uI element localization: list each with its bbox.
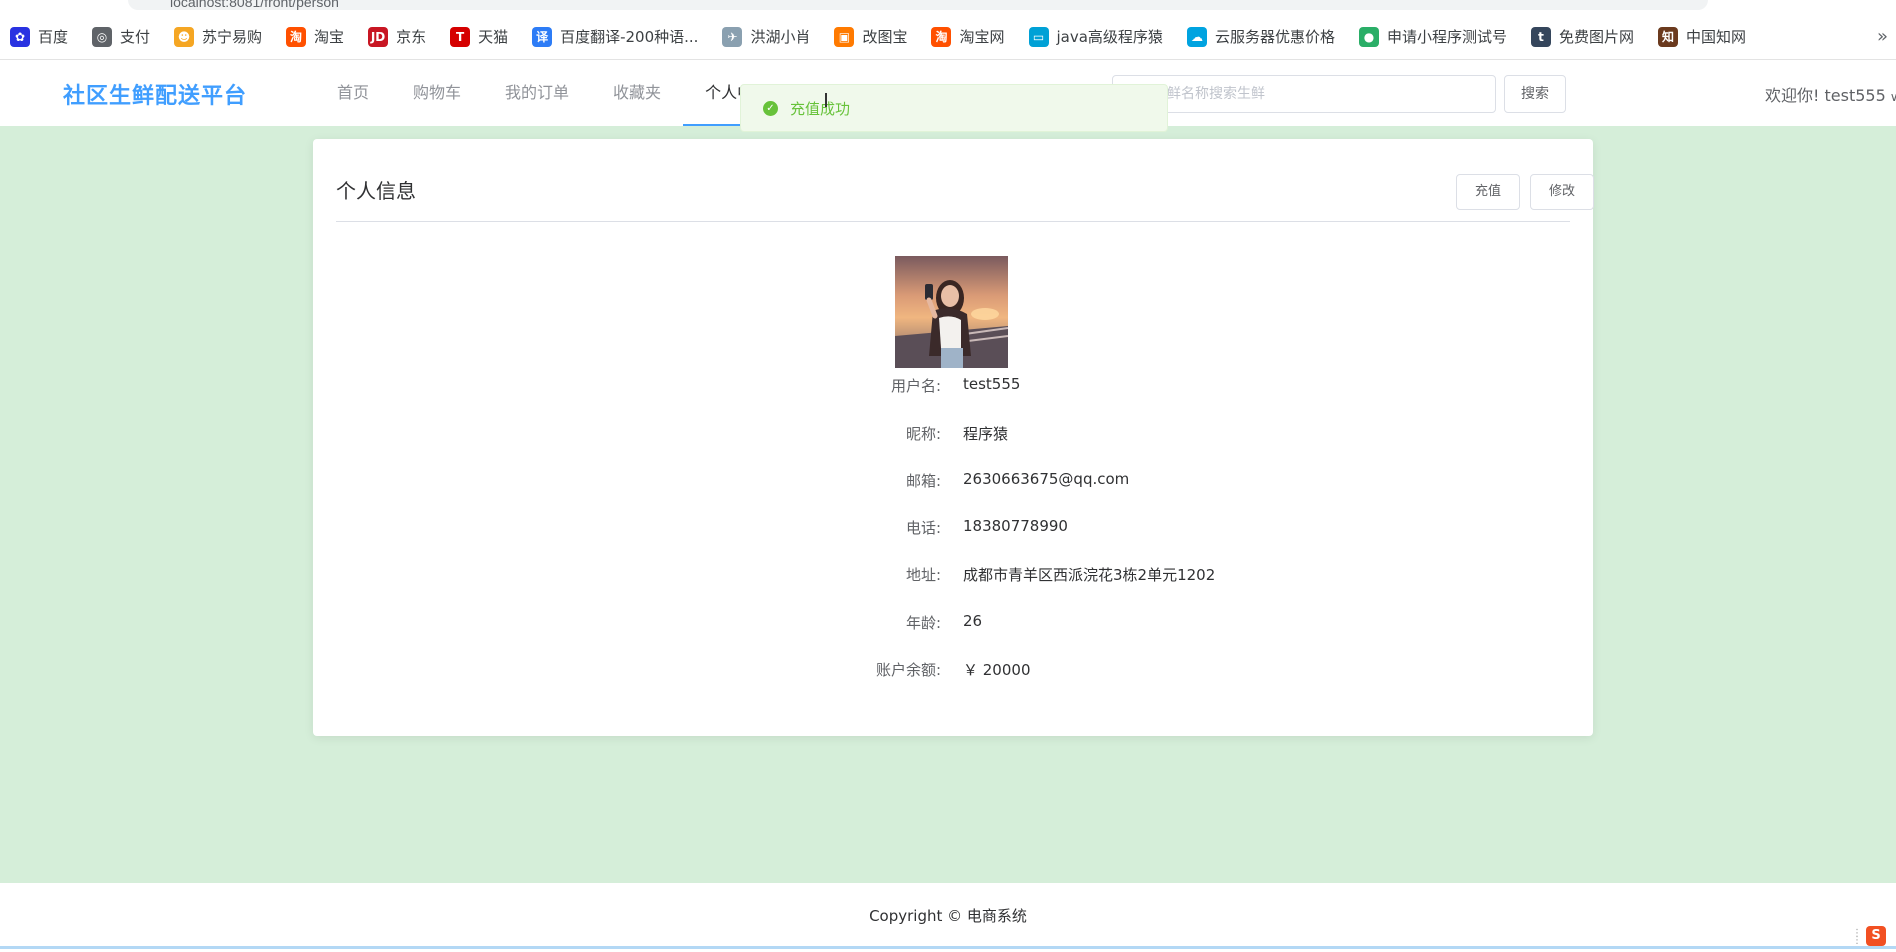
suning-icon: ☻ xyxy=(174,26,195,47)
nav-item-1[interactable]: 购物车 xyxy=(391,60,483,126)
profile-value: 2630663675@qq.com xyxy=(963,470,1130,488)
profile-value: ￥ 20000 xyxy=(963,661,1031,679)
profile-label: 电话: xyxy=(905,519,941,537)
profile-label: 用户名: xyxy=(890,377,941,395)
bookmark-pay[interactable]: ◎ 支付 xyxy=(92,26,150,47)
wechat-icon: ● xyxy=(1358,26,1379,47)
bookmark-label: 淘宝网 xyxy=(959,28,1005,46)
search-button[interactable]: 搜索 xyxy=(1504,75,1566,113)
bookmark-label: 改图宝 xyxy=(862,28,908,46)
search-input[interactable]: 输入生鲜名称搜索生鲜 xyxy=(1112,75,1496,113)
address-bar-url[interactable]: localhost:8081/front/person xyxy=(170,0,339,10)
profile-label: 地址: xyxy=(905,566,941,584)
profile-card: 个人信息 充值 修改 用户名: test555 昵称: 程序猿 邮箱: 2630… xyxy=(313,139,1594,736)
tumblr-icon: t xyxy=(1530,26,1551,47)
cloud-icon: ☁ xyxy=(1186,26,1207,47)
bookmark-bilibili[interactable]: ▭ java高级程序猿 xyxy=(1028,26,1163,47)
profile-label: 账户余额: xyxy=(875,661,941,679)
profile-row: 用户名: test555 xyxy=(313,375,1593,399)
bookmark-cnki[interactable]: 知中国知网 xyxy=(1657,26,1746,47)
pay-icon: ◎ xyxy=(92,26,113,47)
bookmark-suning[interactable]: ☻ 苏宁易购 xyxy=(174,26,262,47)
nav-item-0[interactable]: 首页 xyxy=(315,60,391,126)
site-logo[interactable]: 社区生鲜配送平台 xyxy=(63,78,247,110)
main-nav: 首页 购物车 我的订单 收藏夹 个人中心 xyxy=(315,60,792,126)
profile-row: 昵称: 程序猿 xyxy=(313,423,1593,447)
bookmark-taobao[interactable]: 淘淘宝 xyxy=(286,26,344,47)
bookmark-wechat[interactable]: ● 申请小程序测试号 xyxy=(1358,26,1507,47)
bookmark-label: 免费图片网 xyxy=(1558,28,1634,46)
bookmarks-bar: ✿ 百度 ◎ 支付 ☻ 苏宁易购淘淘宝 JD 京东 T 天猫译百度翻译-200种语... ✈ 洪湖小肖… xyxy=(0,14,1896,60)
profile-value: 18380778990 xyxy=(963,517,1068,535)
profile-row: 电话: 18380778990 xyxy=(313,517,1593,541)
toast-message: 充值成功 xyxy=(790,99,851,118)
card-header: 个人信息 充值 修改 xyxy=(336,139,1594,222)
jd-icon: JD xyxy=(368,26,389,47)
bookmark-tmall[interactable]: T 天猫 xyxy=(450,26,508,47)
bookmark-label: 苏宁易购 xyxy=(202,28,263,46)
recharge-button[interactable]: 充值 xyxy=(1456,174,1520,210)
profile-value: 程序猿 xyxy=(963,425,1009,443)
profile-value: 成都市青羊区西派浣花3栋2单元1202 xyxy=(963,566,1216,584)
profile-label: 年龄: xyxy=(905,614,941,632)
profile-label: 昵称: xyxy=(905,425,941,443)
profile-row: 邮箱: 2630663675@qq.com xyxy=(313,470,1593,494)
nav-item-3[interactable]: 收藏夹 xyxy=(591,60,683,126)
bird-icon: ✈ xyxy=(722,26,743,47)
baidu-icon: ✿ xyxy=(10,26,30,47)
sogou-ime-icon[interactable]: S xyxy=(1866,926,1886,946)
bookmark-tumblr[interactable]: t 免费图片网 xyxy=(1530,26,1634,47)
drag-handle-icon[interactable]: ⋮ ⋮ xyxy=(1852,929,1862,946)
chevron-down-icon: ∨ xyxy=(1889,90,1896,104)
user-menu[interactable]: 欢迎你! test555 ∨ xyxy=(1765,82,1896,106)
bookmark-baidu[interactable]: ✿ 百度 xyxy=(10,26,68,47)
profile-row: 账户余额: ￥ 20000 xyxy=(313,659,1593,683)
profile-row: 年龄: 26 xyxy=(313,612,1593,636)
bookmark-cloud[interactable]: ☁ 云服务器优惠价格 xyxy=(1186,26,1335,47)
bookmark-label: 洪湖小肖 xyxy=(750,28,811,46)
bookmark-jd[interactable]: JD 京东 xyxy=(368,26,426,47)
bookmark-label: java高级程序猿 xyxy=(1056,28,1163,46)
bookmark-label: 支付 xyxy=(120,28,151,46)
bookmark-label: 天猫 xyxy=(478,28,509,46)
bookmark-baidu-translate[interactable]: 译百度翻译-200种语... xyxy=(532,26,698,47)
bookmark-label: 百度翻译-200种语... xyxy=(560,28,699,46)
bookmark-gaitubao[interactable]: ▣ 改图宝 xyxy=(834,26,907,47)
edit-button[interactable]: 修改 xyxy=(1530,174,1594,210)
bookmark-label: 淘宝 xyxy=(314,28,345,46)
bookmark-taobao-net[interactable]: 淘淘宝网 xyxy=(931,26,1005,47)
bookmark-bird[interactable]: ✈ 洪湖小肖 xyxy=(722,26,810,47)
avatar xyxy=(895,256,1008,368)
bookmarks-overflow-icon[interactable]: » xyxy=(1877,26,1888,47)
check-circle-icon: ✓ xyxy=(763,100,778,116)
cnki-icon: 知 xyxy=(1657,26,1678,47)
bookmark-label: 京东 xyxy=(396,28,427,46)
welcome-text: 欢迎你! test555 xyxy=(1765,86,1886,105)
profile-value: 26 xyxy=(963,612,983,630)
card-title: 个人信息 xyxy=(336,179,416,203)
bookmark-label: 中国知网 xyxy=(1685,28,1746,46)
bookmark-label: 申请小程序测试号 xyxy=(1386,28,1507,46)
taobao-icon: 淘 xyxy=(286,26,307,47)
text-cursor-icon xyxy=(825,93,827,107)
profile-label: 邮箱: xyxy=(905,472,941,490)
success-toast: ✓ 充值成功 xyxy=(740,84,1168,132)
footer: Copyright © 电商系统 xyxy=(0,883,1896,949)
nav-item-2[interactable]: 我的订单 xyxy=(483,60,591,126)
address-bar[interactable] xyxy=(128,0,1708,10)
taobao-net-icon: 淘 xyxy=(931,26,952,47)
browser-toolbar: localhost:8081/front/person xyxy=(0,0,1896,14)
avatar-photo xyxy=(895,256,1008,368)
copyright-text: Copyright © 电商系统 xyxy=(869,907,1027,925)
bookmark-label: 云服务器优惠价格 xyxy=(1214,28,1335,46)
bilibili-icon: ▭ xyxy=(1028,26,1049,47)
bookmark-label: 百度 xyxy=(38,28,69,46)
profile-value: test555 xyxy=(963,375,1021,393)
gaitubao-icon: ▣ xyxy=(834,26,855,47)
baidu-translate-icon: 译 xyxy=(532,26,553,47)
profile-row: 地址: 成都市青羊区西派浣花3栋2单元1202 xyxy=(313,564,1593,588)
tmall-icon: T xyxy=(450,26,471,47)
